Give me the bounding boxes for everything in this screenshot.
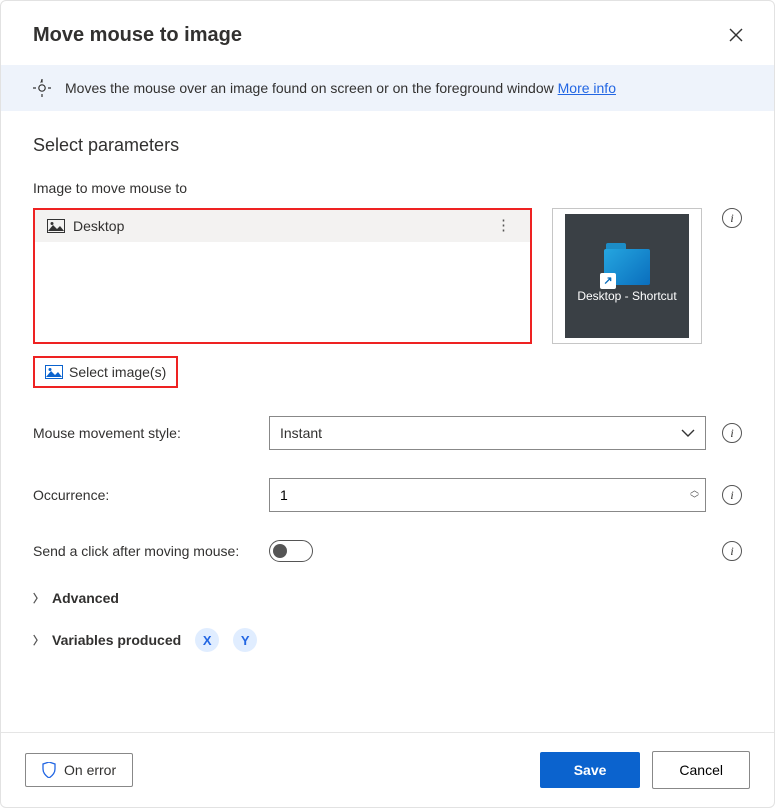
variables-label: Variables produced (52, 632, 181, 648)
image-preview: ↗ Desktop - Shortcut (552, 208, 702, 344)
preview-caption: Desktop - Shortcut (577, 289, 676, 304)
close-icon (729, 28, 743, 42)
mouse-target-icon (33, 79, 51, 97)
banner-text: Moves the mouse over an image found on s… (65, 80, 616, 96)
advanced-label: Advanced (52, 590, 119, 606)
variable-y-pill[interactable]: Y (233, 628, 257, 652)
chevron-right-icon: 〉 (33, 632, 44, 648)
mouse-style-label: Mouse movement style: (33, 425, 253, 441)
image-item-label: Desktop (73, 218, 124, 234)
more-info-link[interactable]: More info (558, 80, 616, 96)
select-images-label: Select image(s) (69, 364, 166, 380)
image-item-menu[interactable]: ⋮ (490, 221, 518, 231)
chevron-right-icon: 〉 (33, 590, 44, 606)
cancel-button[interactable]: Cancel (652, 751, 750, 789)
image-field-label: Image to move mouse to (33, 180, 742, 196)
on-error-button[interactable]: On error (25, 753, 133, 787)
picture-icon (45, 365, 63, 379)
mouse-style-select[interactable]: Instant (269, 416, 706, 450)
on-error-label: On error (64, 762, 116, 778)
shortcut-arrow-icon: ↗ (600, 273, 616, 289)
save-button[interactable]: Save (540, 752, 641, 788)
mouse-style-value: Instant (280, 425, 322, 441)
occurrence-field[interactable] (270, 479, 690, 511)
image-list-item[interactable]: Desktop ⋮ (35, 210, 530, 242)
shield-icon (42, 762, 56, 778)
image-list[interactable]: Desktop ⋮ (33, 208, 532, 344)
send-click-toggle[interactable] (269, 540, 313, 562)
occurrence-label: Occurrence: (33, 487, 253, 503)
variables-expander[interactable]: 〉 Variables produced X Y (33, 628, 742, 652)
picture-icon (47, 219, 65, 233)
dialog-title: Move mouse to image (33, 24, 242, 47)
info-icon[interactable]: i (722, 208, 742, 228)
banner-text-content: Moves the mouse over an image found on s… (65, 80, 558, 96)
info-banner: Moves the mouse over an image found on s… (1, 65, 774, 111)
section-heading: Select parameters (33, 135, 742, 156)
info-icon[interactable]: i (722, 485, 742, 505)
select-images-button[interactable]: Select image(s) (33, 356, 178, 388)
occurrence-input[interactable]: ︿ ﹀ (269, 478, 706, 512)
info-icon[interactable]: i (722, 541, 742, 561)
variable-x-pill[interactable]: X (195, 628, 219, 652)
chevron-down-icon (681, 429, 695, 437)
send-click-label: Send a click after moving mouse: (33, 543, 253, 559)
close-button[interactable] (722, 21, 750, 49)
folder-icon: ↗ (604, 249, 650, 285)
info-icon[interactable]: i (722, 423, 742, 443)
spin-down[interactable]: ﹀ (690, 495, 699, 504)
advanced-expander[interactable]: 〉 Advanced (33, 590, 742, 606)
